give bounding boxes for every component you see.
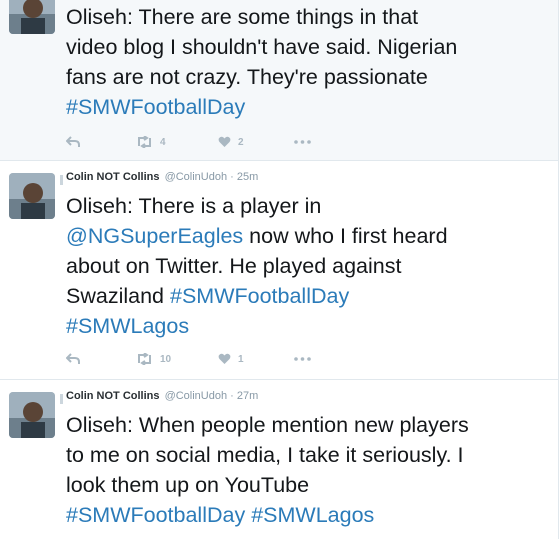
user-handle[interactable]: @ColinUdoh — [165, 390, 228, 402]
text-segment: Swaziland — [66, 284, 170, 308]
tweet-text-line: Oliseh: When people mention new players — [66, 410, 552, 440]
tweet-text-line: Oliseh: There is a player in — [66, 191, 552, 221]
reply-button[interactable] — [66, 134, 80, 150]
hashtag-link[interactable]: #SMWFootballDay — [170, 284, 349, 308]
tweet-text-line: to me on social media, I take it serious… — [66, 440, 552, 470]
tweet[interactable]: Oliseh: There are some things in that vid… — [0, 0, 559, 161]
display-name[interactable]: Colin NOT Collins — [66, 390, 160, 402]
retweet-count: 10 — [160, 353, 172, 365]
more-button[interactable] — [294, 351, 311, 367]
text-segment: about on Twitter. He played against — [66, 254, 402, 278]
hashtag-link[interactable]: #SMWLagos — [66, 314, 189, 338]
tweet-text-line: fans are not crazy. They're passionate — [66, 62, 552, 92]
text-segment: Oliseh: There is a player in — [66, 194, 322, 218]
mention-link[interactable]: @NGSuperEagles — [66, 224, 243, 248]
text-segment: fans are not crazy. They're passionate — [66, 65, 428, 89]
separator: · — [230, 171, 234, 183]
tweet-feed: Oliseh: There are some things in that vid… — [0, 0, 559, 539]
retweet-button[interactable]: 10 — [136, 351, 171, 367]
user-handle[interactable]: @ColinUdoh — [165, 171, 228, 183]
tweet-text: Oliseh: There are some things in that vid… — [66, 2, 552, 122]
retweet-button[interactable]: 4 — [136, 134, 166, 150]
hashtag-link[interactable]: #SMWFootballDay — [66, 95, 245, 119]
like-count: 2 — [238, 136, 244, 148]
tweet-text-line: #SMWLagos — [66, 311, 552, 341]
more-icon — [294, 140, 311, 144]
timestamp[interactable]: 25m — [237, 171, 258, 183]
display-name[interactable]: Colin NOT Collins — [66, 171, 160, 183]
tweet[interactable]: Colin NOT Collins @ColinUdoh · 27m Olise… — [0, 380, 559, 539]
tweet-text: Oliseh: When people mention new players t… — [66, 410, 552, 530]
tweet-text-line: #SMWFootballDay — [66, 92, 552, 122]
text-segment: Oliseh: When people mention new players — [66, 413, 469, 437]
tweet-text-line: Oliseh: There are some things in that — [66, 2, 552, 32]
heart-icon — [218, 353, 231, 364]
thread-indicator — [60, 175, 63, 185]
text-segment: video blog I shouldn't have said. Nigeri… — [66, 35, 458, 59]
avatar[interactable] — [9, 392, 55, 438]
text-segment: now who I first heard — [243, 224, 448, 248]
hashtag-link[interactable]: #SMWFootballDay — [66, 503, 245, 527]
retweet-icon — [138, 136, 151, 148]
reply-button[interactable] — [66, 351, 80, 367]
retweet-icon — [138, 353, 151, 365]
separator: · — [230, 390, 234, 402]
tweet-text-line: #SMWFootballDay #SMWLagos — [66, 500, 552, 530]
more-icon — [294, 357, 311, 361]
like-count: 1 — [238, 353, 244, 365]
like-button[interactable]: 1 — [218, 351, 244, 367]
avatar[interactable] — [9, 173, 55, 219]
retweet-count: 4 — [160, 136, 166, 148]
reply-icon — [66, 136, 80, 147]
tweet[interactable]: Colin NOT Collins @ColinUdoh · 25m Olise… — [0, 161, 559, 380]
timestamp[interactable]: 27m — [237, 390, 258, 402]
tweet-text-line: Swaziland #SMWFootballDay — [66, 281, 552, 311]
tweet-text-line: video blog I shouldn't have said. Nigeri… — [66, 32, 552, 62]
text-segment: Oliseh: There are some things in that — [66, 5, 419, 29]
thread-indicator — [60, 394, 63, 404]
tweet-text: Oliseh: There is a player in @NGSuperEagl… — [66, 191, 552, 341]
heart-icon — [218, 136, 231, 147]
text-segment: look them up on YouTube — [66, 473, 310, 497]
tweet-text-line: @NGSuperEagles now who I first heard — [66, 221, 552, 251]
hashtag-link[interactable]: #SMWLagos — [251, 503, 374, 527]
tweet-header: Colin NOT Collins @ColinUdoh · 25m — [66, 171, 258, 183]
text-segment: to me on social media, I take it serious… — [66, 443, 464, 467]
more-button[interactable] — [294, 134, 311, 150]
tweet-header: Colin NOT Collins @ColinUdoh · 27m — [66, 390, 258, 402]
reply-icon — [66, 353, 80, 364]
like-button[interactable]: 2 — [218, 134, 244, 150]
tweet-text-line: about on Twitter. He played against — [66, 251, 552, 281]
avatar[interactable] — [9, 0, 55, 34]
tweet-text-line: look them up on YouTube — [66, 470, 552, 500]
